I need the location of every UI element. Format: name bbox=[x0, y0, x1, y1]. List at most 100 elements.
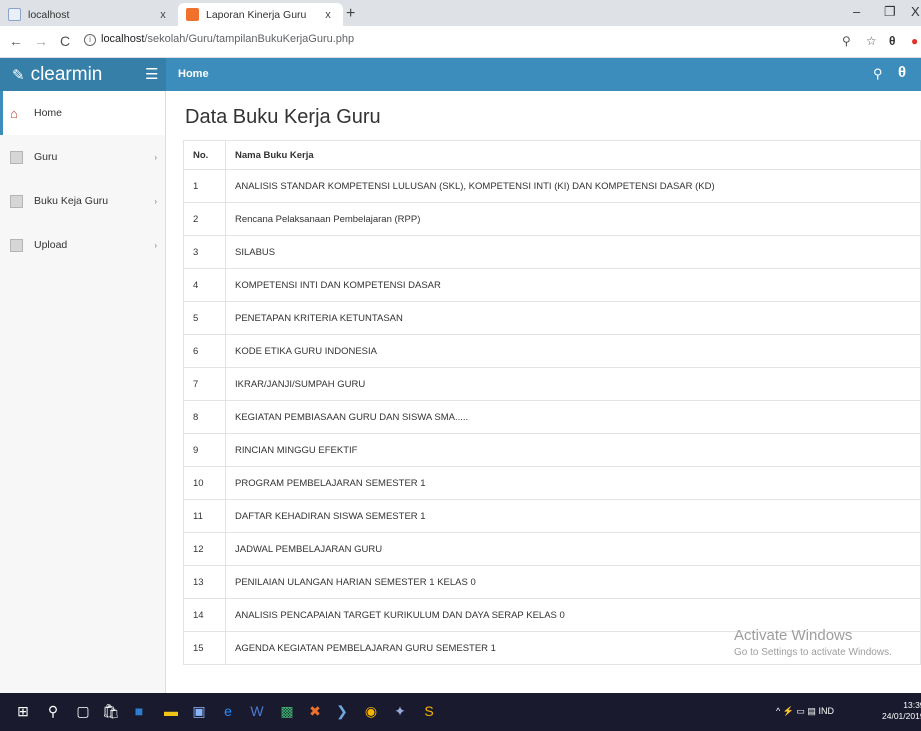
row-name: DAFTAR KEHADIRAN SISWA SEMESTER 1 bbox=[225, 499, 921, 533]
row-name: RINCIAN MINGGU EFEKTIF bbox=[225, 433, 921, 467]
row-name: ANALISIS PENCAPAIAN TARGET KURIKULUM DAN… bbox=[225, 598, 921, 632]
table-row[interactable]: 12 JADWAL PEMBELAJARAN GURU bbox=[183, 532, 921, 566]
word-icon[interactable]: W bbox=[248, 702, 266, 720]
windows-taskbar: ⊞ ⚲ ▢ 🛍 ■ ▬ ▣ e W ▩ ✖ ❯ ◉ ✦ S ^ ⚡ ▭ ▤ IN… bbox=[0, 693, 921, 731]
clock[interactable]: 13:39 24/01/2019 bbox=[882, 700, 921, 722]
leaf-logo-icon: ✎ bbox=[12, 66, 25, 84]
table-row[interactable]: 4 KOMPETENSI INTI DAN KOMPETENSI DASAR bbox=[183, 268, 921, 302]
chevron-right-icon: › bbox=[154, 240, 157, 250]
sublime-icon[interactable]: S bbox=[420, 702, 438, 720]
reload-button[interactable]: C bbox=[60, 33, 70, 49]
sidebar-item-label: Home bbox=[34, 107, 63, 119]
table-row[interactable]: 15 AGENDA KEGIATAN PEMBELAJARAN GURU SEME… bbox=[183, 631, 921, 665]
sidebar-item-guru[interactable]: Guru › bbox=[0, 135, 165, 179]
sidebar-item-label: Guru bbox=[34, 151, 58, 163]
row-number: 3 bbox=[183, 235, 226, 269]
app-tool-icon[interactable]: ✦ bbox=[391, 702, 409, 720]
app-blue-swirl-icon[interactable]: ❯ bbox=[333, 702, 351, 720]
app-blue-icon[interactable]: ■ bbox=[130, 702, 148, 720]
app-ae-icon[interactable]: ▣ bbox=[190, 702, 208, 720]
tab-close-button[interactable]: x bbox=[156, 9, 170, 21]
table-row[interactable]: 1 ANALISIS STANDAR KOMPETENSI LULUSAN (SK… bbox=[183, 169, 921, 203]
menu-toggle-icon[interactable]: ☰ bbox=[145, 65, 158, 83]
table-row[interactable]: 6 KODE ETIKA GURU INDONESIA bbox=[183, 334, 921, 368]
clock-time: 13:39 bbox=[903, 700, 921, 710]
bookmark-star-icon[interactable]: ☆ bbox=[866, 34, 877, 48]
profile-icon[interactable]: θ bbox=[889, 34, 896, 48]
table-row[interactable]: 11 DAFTAR KEHADIRAN SISWA SEMESTER 1 bbox=[183, 499, 921, 533]
row-number: 13 bbox=[183, 565, 226, 599]
new-tab-button[interactable]: + bbox=[346, 5, 355, 23]
buku-kerja-table: No. Nama Buku Kerja 1 ANALISIS STANDAR KO… bbox=[183, 140, 921, 665]
row-name: KEGIATAN PEMBIASAAN GURU DAN SISWA SMA..… bbox=[225, 400, 921, 434]
document-icon bbox=[10, 194, 23, 208]
tab-laporan-kinerja-guru[interactable]: Laporan Kinerja Guru x bbox=[178, 3, 343, 26]
row-name: Rencana Pelaksanaan Pembelajaran (RPP) bbox=[225, 202, 921, 236]
search-icon[interactable]: ⚲ bbox=[873, 66, 883, 82]
table-row[interactable]: 14 ANALISIS PENCAPAIAN TARGET KURIKULUM D… bbox=[183, 598, 921, 632]
table-row[interactable]: 13 PENILAIAN ULANGAN HARIAN SEMESTER 1 KE… bbox=[183, 565, 921, 599]
row-number: 12 bbox=[183, 532, 226, 566]
row-name: SILABUS bbox=[225, 235, 921, 269]
store-icon[interactable]: 🛍 bbox=[102, 702, 120, 720]
row-number: 2 bbox=[183, 202, 226, 236]
table-row[interactable]: 9 RINCIAN MINGGU EFEKTIF bbox=[183, 433, 921, 467]
main-content: Data Buku Kerja Guru No. Nama Buku Kerja… bbox=[166, 91, 921, 693]
site-info-icon[interactable]: i bbox=[84, 34, 96, 46]
address-bar: ← → C i localhost/sekolah/Guru/tampilanBu… bbox=[0, 26, 921, 58]
row-number: 7 bbox=[183, 367, 226, 401]
row-number: 6 bbox=[183, 334, 226, 368]
row-number: 1 bbox=[183, 169, 226, 203]
sidebar-item-upload[interactable]: Upload › bbox=[0, 223, 165, 267]
document-icon bbox=[10, 238, 23, 252]
back-button[interactable]: ← bbox=[9, 33, 23, 49]
user-icon[interactable]: θ bbox=[898, 64, 906, 81]
row-number: 8 bbox=[183, 400, 226, 434]
row-name: AGENDA KEGIATAN PEMBELAJARAN GURU SEMEST… bbox=[225, 631, 921, 665]
extension-icon[interactable]: ● bbox=[911, 34, 918, 48]
file-explorer-icon[interactable]: ▬ bbox=[162, 702, 180, 720]
breadcrumb-home[interactable]: Home bbox=[178, 68, 209, 80]
sidebar-item-buku-keja-guru[interactable]: Buku Keja Guru › bbox=[0, 179, 165, 223]
forward-button[interactable]: → bbox=[34, 33, 48, 49]
table-row[interactable]: 7 IKRAR/JANJI/SUMPAH GURU bbox=[183, 367, 921, 401]
xampp-favicon-icon bbox=[186, 8, 199, 21]
table-row[interactable]: 10 PROGRAM PEMBELAJARAN SEMESTER 1 bbox=[183, 466, 921, 500]
table-row[interactable]: 8 KEGIATAN PEMBIASAAN GURU DAN SISWA SMA.… bbox=[183, 400, 921, 434]
task-view-icon[interactable]: ▢ bbox=[74, 702, 92, 720]
windows-start-icon[interactable]: ⊞ bbox=[14, 702, 32, 720]
minimize-button[interactable]: – bbox=[853, 4, 860, 19]
row-name: PENETAPAN KRITERIA KETUNTASAN bbox=[225, 301, 921, 335]
row-number: 4 bbox=[183, 268, 226, 302]
logo[interactable]: ✎ clearmin bbox=[0, 58, 166, 91]
tab-close-button[interactable]: x bbox=[321, 9, 335, 21]
url-host: localhost bbox=[101, 33, 145, 45]
chevron-right-icon: › bbox=[154, 152, 157, 162]
row-number: 15 bbox=[183, 631, 226, 665]
sidebar-item-home[interactable]: ⌂ Home bbox=[0, 91, 165, 135]
document-icon bbox=[10, 150, 23, 164]
row-number: 9 bbox=[183, 433, 226, 467]
row-name: KOMPETENSI INTI DAN KOMPETENSI DASAR bbox=[225, 268, 921, 302]
zoom-icon[interactable]: ⚲ bbox=[842, 34, 851, 48]
app-green-icon[interactable]: ▩ bbox=[278, 702, 296, 720]
edge-icon[interactable]: e bbox=[219, 702, 237, 720]
close-window-button[interactable]: X bbox=[911, 4, 920, 19]
page-title: Data Buku Kerja Guru bbox=[185, 106, 381, 128]
xampp-icon[interactable]: ✖ bbox=[306, 702, 324, 720]
restore-button[interactable]: ❐ bbox=[884, 4, 896, 20]
row-number: 5 bbox=[183, 301, 226, 335]
sidebar: ⌂ Home Guru › Buku Keja Guru › Upload › bbox=[0, 91, 166, 693]
column-header-name: Nama Buku Kerja bbox=[225, 140, 921, 170]
chrome-icon[interactable]: ◉ bbox=[362, 702, 380, 720]
browser-tab-bar: localhost x Laporan Kinerja Guru x + – ❐… bbox=[0, 0, 921, 26]
system-tray[interactable]: ^ ⚡ ▭ ▤ IND bbox=[776, 706, 834, 717]
search-icon[interactable]: ⚲ bbox=[44, 702, 62, 720]
tab-localhost[interactable]: localhost x bbox=[0, 3, 178, 26]
table-row[interactable]: 5 PENETAPAN KRITERIA KETUNTASAN bbox=[183, 301, 921, 335]
table-row[interactable]: 2 Rencana Pelaksanaan Pembelajaran (RPP) bbox=[183, 202, 921, 236]
url-field[interactable]: i localhost/sekolah/Guru/tampilanBukuKerj… bbox=[84, 33, 354, 46]
row-name: ANALISIS STANDAR KOMPETENSI LULUSAN (SKL… bbox=[225, 169, 921, 203]
table-row[interactable]: 3 SILABUS bbox=[183, 235, 921, 269]
row-name: PROGRAM PEMBELAJARAN SEMESTER 1 bbox=[225, 466, 921, 500]
